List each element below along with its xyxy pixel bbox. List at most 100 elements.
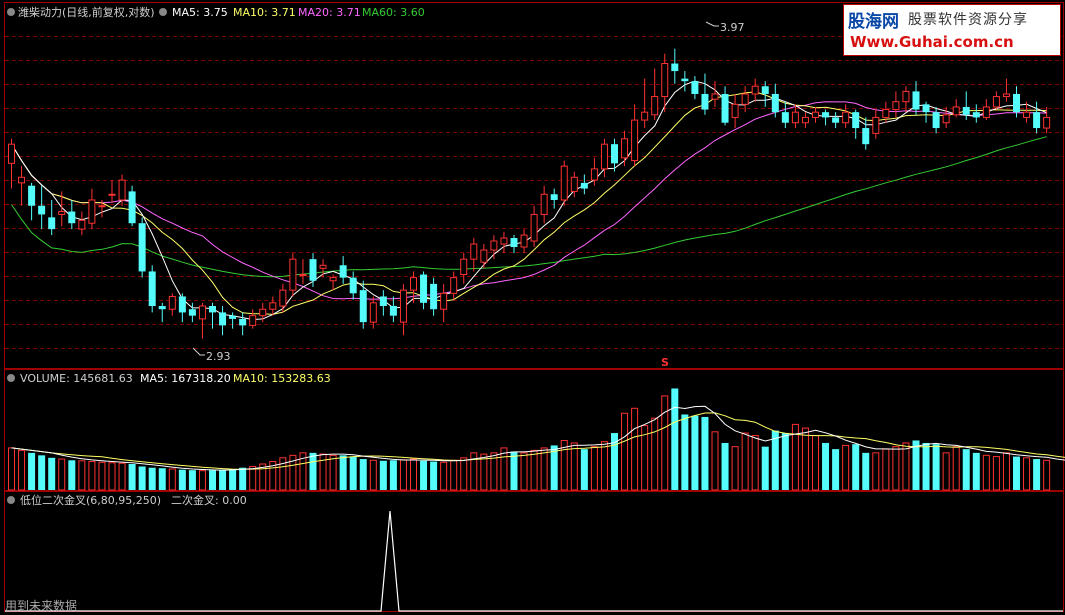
- volume-bar: [520, 452, 528, 491]
- price-gridlines: [5, 36, 1063, 349]
- candle-body: [148, 271, 156, 307]
- candle-body: [299, 274, 307, 277]
- candle-body: [781, 112, 789, 123]
- candle: [801, 112, 809, 129]
- candle: [18, 166, 26, 206]
- candle: [138, 217, 146, 278]
- volume-bar: [530, 449, 538, 491]
- candle-body: [460, 258, 468, 276]
- volume-bar: [188, 470, 196, 490]
- volume-bar: [932, 444, 940, 490]
- stock-chart: 潍柴动力(日线,前复权,对数) MA5: 3.75 MA10: 3.71 MA2…: [4, 2, 1065, 613]
- volume-bar: [329, 454, 337, 491]
- candle: [671, 48, 679, 84]
- volume-bar: [570, 442, 578, 491]
- candle: [48, 199, 56, 236]
- volume-bar: [751, 435, 759, 491]
- candle: [550, 188, 558, 209]
- volume-bar: [420, 460, 428, 490]
- volume-bar: [8, 447, 15, 491]
- candle: [28, 182, 36, 221]
- candle: [88, 188, 96, 230]
- legend-volume-ma10: MA10: 153283.63: [233, 372, 331, 385]
- candle-body: [671, 63, 679, 72]
- candle: [580, 174, 588, 195]
- candle-body: [68, 211, 76, 224]
- volume-bar: [812, 435, 819, 491]
- volume-bar: [359, 459, 367, 490]
- candle: [420, 271, 428, 310]
- candle-body: [751, 85, 759, 95]
- candle: [78, 211, 86, 236]
- candle-body: [1013, 93, 1020, 113]
- candle-body: [1002, 93, 1010, 98]
- candle: [952, 99, 960, 118]
- candle-body: [188, 309, 196, 316]
- candle-body: [942, 114, 950, 124]
- volume-bar: [671, 388, 679, 490]
- candle-body: [500, 237, 508, 245]
- candle: [711, 81, 719, 107]
- volume-bar: [38, 455, 46, 490]
- legend-indicator-value: 二次金叉: 0.00: [171, 493, 247, 507]
- legend-toggle-icon[interactable]: [7, 8, 15, 16]
- volume-bar: [78, 460, 86, 491]
- volume-bar: [198, 470, 206, 491]
- legend-ma60: MA60: 3.60: [362, 6, 425, 19]
- candle-body: [681, 78, 689, 82]
- candle-body: [731, 103, 739, 118]
- candle-body: [410, 277, 417, 291]
- watermark-slogan: 股票软件资源分享: [908, 12, 1028, 28]
- volume-bar: [701, 416, 709, 490]
- volume-bar: [600, 441, 608, 491]
- candle: [982, 99, 990, 121]
- candle: [8, 138, 15, 189]
- candle: [399, 283, 407, 336]
- indicator-panel-border: [4, 491, 1064, 612]
- volume-bar: [349, 456, 357, 490]
- candle-body: [209, 306, 216, 313]
- volume-bar: [540, 447, 548, 491]
- candle-body: [932, 112, 940, 129]
- legend-toggle-icon[interactable]: [7, 374, 15, 382]
- volume-bar: [992, 456, 1000, 491]
- candle: [480, 244, 488, 269]
- candle-body: [590, 168, 598, 181]
- price-panel-border: [4, 2, 1064, 369]
- candle: [309, 253, 317, 287]
- legend-volume: VOLUME: 145681.63: [20, 372, 133, 385]
- candle: [470, 238, 478, 272]
- candle-body: [761, 86, 769, 94]
- legend-toggle-icon[interactable]: [7, 496, 15, 504]
- legend-indicator-name: 低位二次金叉(6,80,95,250): [20, 493, 161, 507]
- guhai-watermark-logo: 股海网 股票软件资源分享 Www.Guhai.com.cn: [843, 4, 1061, 56]
- candle-body: [540, 193, 548, 215]
- volume-bar: [339, 455, 347, 490]
- volume-bar: [832, 449, 840, 490]
- candle-body: [389, 306, 397, 316]
- candle-body: [249, 315, 257, 326]
- candle-body: [379, 296, 387, 307]
- candle: [1002, 78, 1010, 102]
- volume-bar: [18, 449, 26, 491]
- legend-toggle-icon[interactable]: [159, 8, 167, 16]
- candle-body: [269, 302, 277, 310]
- volume-bar: [389, 460, 397, 490]
- indicator-line: [5, 510, 1063, 612]
- candle-body: [550, 194, 558, 200]
- candle-body: [972, 112, 980, 118]
- candle: [249, 309, 257, 329]
- candle-body: [339, 265, 347, 278]
- candle: [641, 78, 649, 129]
- candle-body: [219, 312, 227, 326]
- candle: [158, 302, 166, 323]
- candle: [128, 185, 136, 227]
- candle: [631, 104, 639, 167]
- indicator-signal-spike: [5, 510, 1063, 612]
- candle-body: [570, 176, 578, 192]
- candle-body: [801, 116, 809, 124]
- ma60-line: [11, 136, 1047, 278]
- candle-body: [862, 128, 870, 145]
- candle: [701, 73, 709, 115]
- volume-bar: [239, 467, 247, 490]
